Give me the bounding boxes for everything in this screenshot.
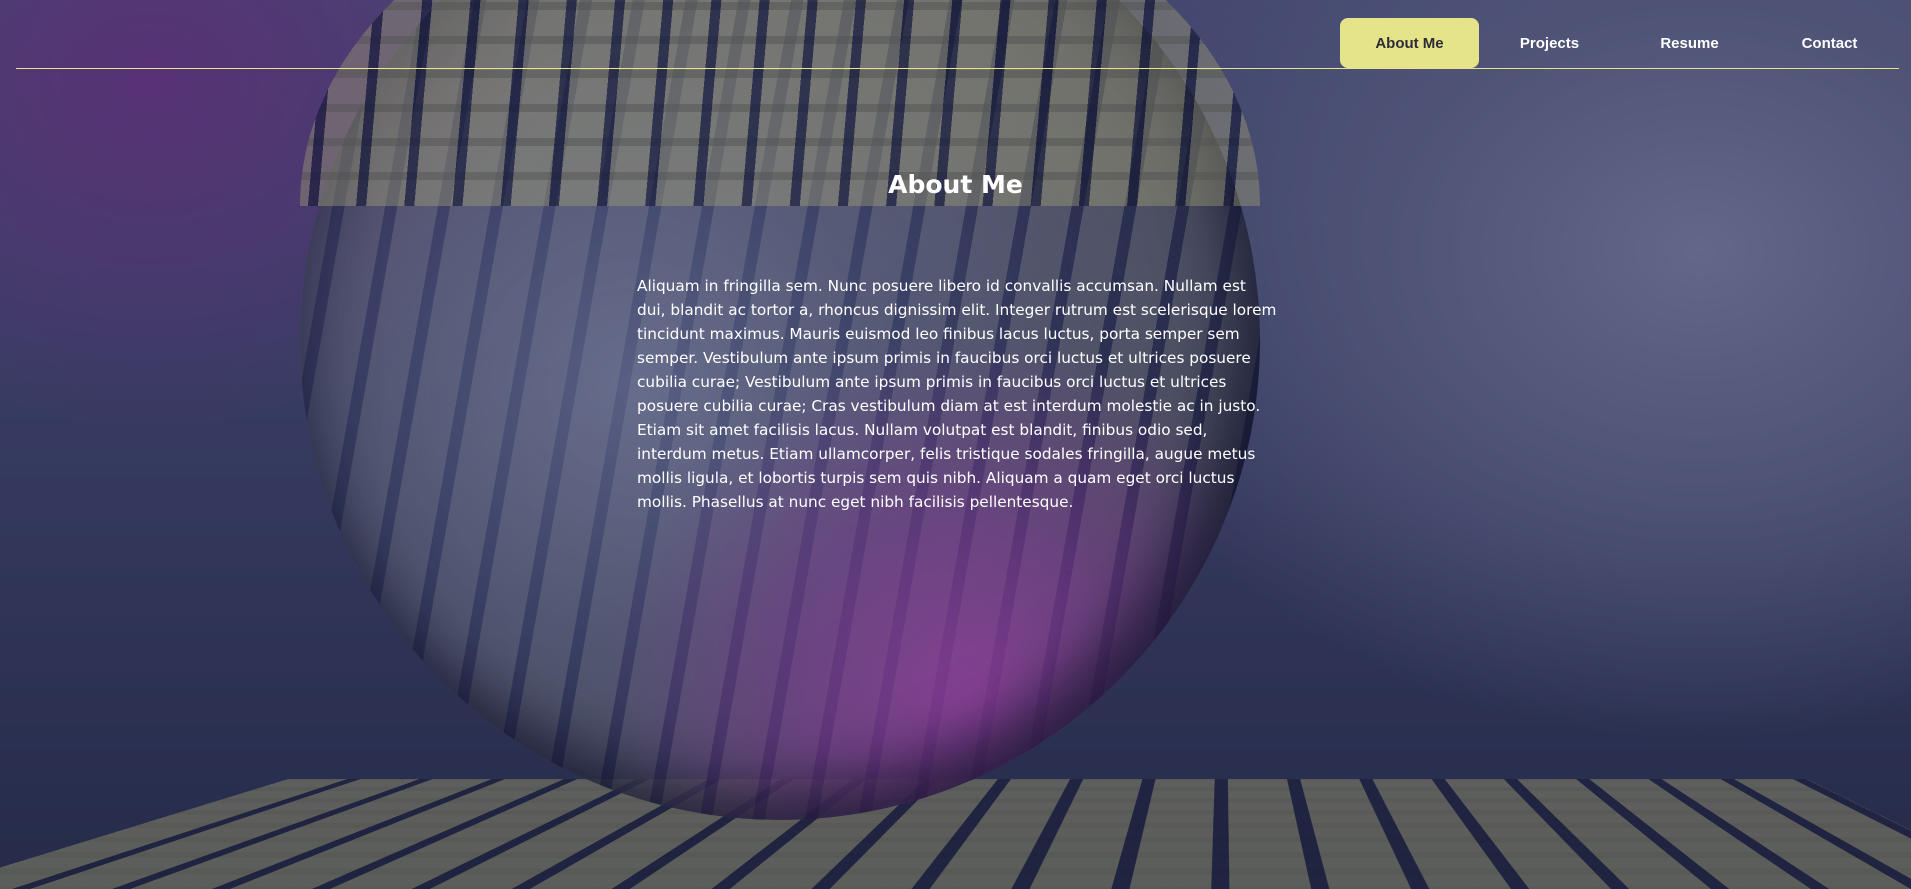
nav-item-about-me[interactable]: About Me: [1340, 18, 1479, 68]
about-heading: About Me: [888, 170, 1023, 199]
about-paragraph: Aliquam in fringilla sem. Nunc posuere l…: [637, 277, 1277, 511]
nav-item-contact[interactable]: Contact: [1760, 18, 1899, 68]
nav-list: About Me Projects Resume Contact: [1339, 18, 1899, 68]
nav-item-resume[interactable]: Resume: [1620, 18, 1759, 68]
nav-item-projects[interactable]: Projects: [1480, 18, 1619, 68]
top-navigation: About Me Projects Resume Contact: [16, 0, 1899, 69]
